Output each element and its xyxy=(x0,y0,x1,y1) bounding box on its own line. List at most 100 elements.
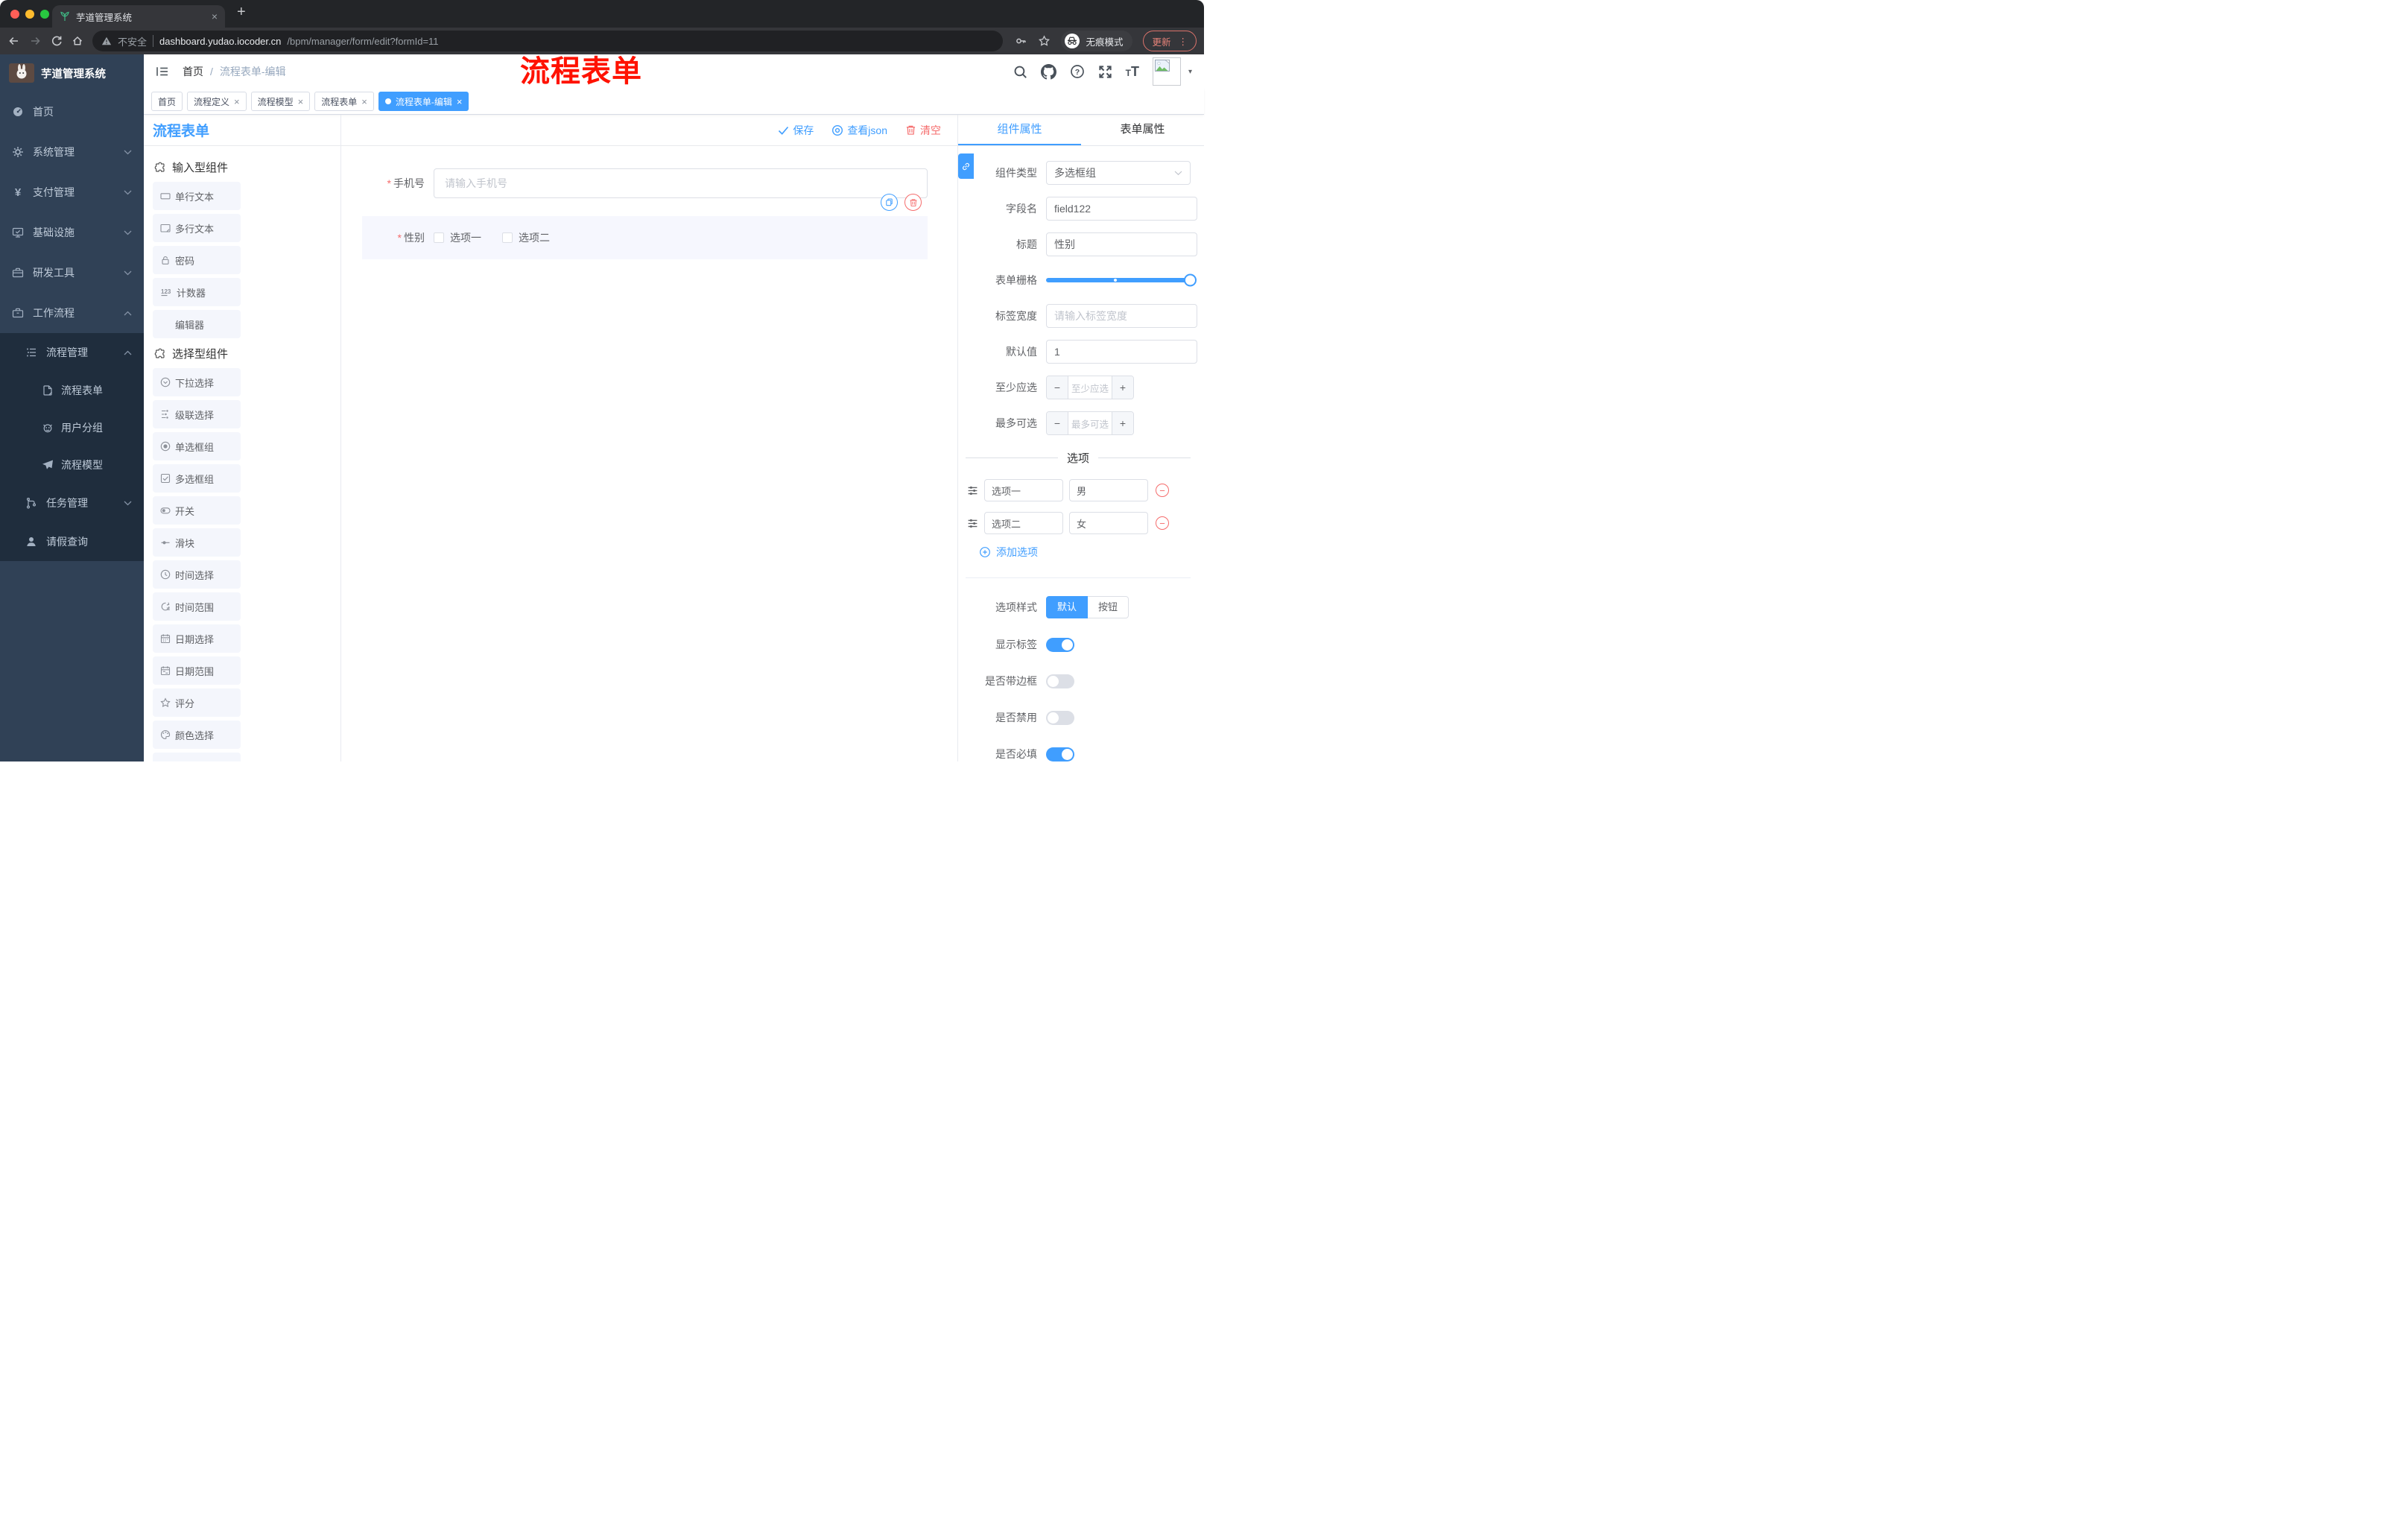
sidebar-item-system[interactable]: 系统管理 xyxy=(0,132,144,172)
drag-handle-icon[interactable] xyxy=(967,518,978,529)
decrement-button[interactable]: − xyxy=(1047,412,1068,434)
pill-upload[interactable]: 上传 xyxy=(153,753,241,762)
checkbox[interactable] xyxy=(434,232,444,243)
gender-field-selected[interactable]: * 性别 选项一 选项二 xyxy=(362,194,928,259)
pill-multi-line-text[interactable]: 多行文本 xyxy=(153,214,241,242)
min-select-value[interactable]: 至少应选 xyxy=(1068,376,1112,399)
update-button[interactable]: 更新 ⋮ xyxy=(1143,31,1197,51)
pill-single-line-text[interactable]: 单行文本 xyxy=(153,182,241,210)
pill-time-range[interactable]: 时间范围 xyxy=(153,592,241,621)
fullscreen-icon[interactable] xyxy=(1098,65,1112,79)
view-json-button[interactable]: 查看json xyxy=(831,123,887,138)
pill-select[interactable]: 下拉选择 xyxy=(153,368,241,396)
decrement-button[interactable]: − xyxy=(1047,376,1068,399)
checkbox[interactable] xyxy=(502,232,513,243)
disabled-toggle[interactable] xyxy=(1046,710,1074,725)
sidebar-item-payment[interactable]: ¥ 支付管理 xyxy=(0,172,144,212)
option-value-input[interactable] xyxy=(1069,512,1148,534)
breadcrumb-home[interactable]: 首页 xyxy=(183,64,203,79)
gender-option-1[interactable]: 选项一 xyxy=(434,230,481,245)
window-close-button[interactable] xyxy=(10,9,19,19)
gender-option-2[interactable]: 选项二 xyxy=(502,230,550,245)
pill-switch[interactable]: 开关 xyxy=(153,496,241,525)
search-icon[interactable] xyxy=(1013,65,1027,79)
browser-menu-icon[interactable]: ⋮ xyxy=(1179,36,1188,47)
max-select-value[interactable]: 最多可选 xyxy=(1068,412,1112,434)
tag-close-icon[interactable]: × xyxy=(298,97,304,107)
border-toggle[interactable] xyxy=(1046,674,1074,688)
tag-process-definition[interactable]: 流程定义 × xyxy=(187,92,247,111)
show-label-toggle[interactable] xyxy=(1046,637,1074,652)
sidebar-item-user-group[interactable]: 用户分组 xyxy=(0,409,144,446)
window-minimize-button[interactable] xyxy=(25,9,34,19)
pill-radio-group[interactable]: 单选框组 xyxy=(153,432,241,460)
component-type-select[interactable]: 多选框组 xyxy=(1046,161,1191,185)
new-tab-button[interactable]: + xyxy=(237,4,246,21)
option-name-input[interactable] xyxy=(984,479,1063,501)
tag-close-icon[interactable]: × xyxy=(361,97,367,107)
tag-close-icon[interactable]: × xyxy=(457,97,463,107)
phone-field[interactable]: * 手机号 xyxy=(362,168,928,198)
tag-process-model[interactable]: 流程模型 × xyxy=(250,92,311,111)
sidebar-collapse-icon[interactable] xyxy=(156,66,169,77)
pill-date-range[interactable]: 日期范围 xyxy=(153,656,241,685)
copy-component-button[interactable] xyxy=(881,194,898,211)
link-tag[interactable] xyxy=(958,153,974,179)
remove-option-button[interactable]: − xyxy=(1156,516,1169,530)
clear-button[interactable]: 清空 xyxy=(905,123,941,138)
url-bar[interactable]: 不安全 dashboard.yudao.iocoder.cn/bpm/manag… xyxy=(92,31,1004,51)
drag-handle-icon[interactable] xyxy=(967,485,978,496)
tag-home[interactable]: 首页 xyxy=(151,92,183,111)
increment-button[interactable]: + xyxy=(1112,376,1133,399)
sidebar-item-workflow[interactable]: 工作流程 xyxy=(0,293,144,333)
tab-close-icon[interactable]: × xyxy=(212,10,218,22)
pill-slider[interactable]: 滑块 xyxy=(153,528,241,557)
bookmark-star-icon[interactable] xyxy=(1038,35,1051,47)
pill-editor[interactable]: 编辑器 xyxy=(153,310,241,338)
title-input[interactable] xyxy=(1046,232,1197,256)
sidebar-item-task-management[interactable]: 任务管理 xyxy=(0,484,144,522)
style-default-button[interactable]: 默认 xyxy=(1046,596,1089,618)
browser-tab[interactable]: 芋道管理系统 × xyxy=(52,5,225,28)
forward-icon[interactable] xyxy=(29,35,42,47)
save-button[interactable]: 保存 xyxy=(778,123,814,138)
style-button-button[interactable]: 按钮 xyxy=(1088,596,1129,618)
slider-track[interactable] xyxy=(1046,273,1197,287)
option-value-input[interactable] xyxy=(1069,479,1148,501)
avatar-caret-icon[interactable]: ▾ xyxy=(1188,68,1192,76)
phone-input[interactable] xyxy=(434,168,928,198)
pill-color-picker[interactable]: 颜色选择 xyxy=(153,721,241,749)
security-warning-icon[interactable] xyxy=(101,36,112,46)
home-icon[interactable] xyxy=(72,35,83,47)
sidebar-item-process-form[interactable]: 流程表单 xyxy=(0,372,144,409)
tag-process-form-edit[interactable]: 流程表单-编辑 × xyxy=(378,92,469,111)
back-icon[interactable] xyxy=(7,35,20,47)
sidebar-item-devtools[interactable]: 研发工具 xyxy=(0,253,144,293)
sidebar-item-home[interactable]: 首页 xyxy=(0,92,144,132)
label-width-input[interactable] xyxy=(1046,304,1197,328)
slider-handle[interactable] xyxy=(1184,273,1197,287)
tab-form-props[interactable]: 表单属性 xyxy=(1081,115,1204,145)
option-name-input[interactable] xyxy=(984,512,1063,534)
pill-date-picker[interactable]: 日期选择 xyxy=(153,624,241,653)
pill-rate[interactable]: 评分 xyxy=(153,688,241,717)
default-value-input[interactable] xyxy=(1046,340,1197,364)
password-key-icon[interactable] xyxy=(1015,35,1027,47)
grid-slider[interactable] xyxy=(1046,268,1197,292)
pill-counter[interactable]: 123 计数器 xyxy=(153,278,241,306)
avatar[interactable] xyxy=(1152,57,1181,86)
required-toggle[interactable] xyxy=(1046,747,1074,762)
github-icon[interactable] xyxy=(1040,63,1056,80)
sidebar-item-process-management[interactable]: 流程管理 xyxy=(0,333,144,372)
sidebar-item-leave-query[interactable]: 请假查询 xyxy=(0,522,144,561)
pill-cascader[interactable]: 级联选择 xyxy=(153,400,241,428)
tab-component-props[interactable]: 组件属性 xyxy=(958,115,1081,145)
reload-icon[interactable] xyxy=(51,35,63,47)
sidebar-item-infrastructure[interactable]: 基础设施 xyxy=(0,212,144,253)
remove-option-button[interactable]: − xyxy=(1156,484,1169,497)
pill-checkbox-group[interactable]: 多选框组 xyxy=(153,464,241,493)
tag-process-form[interactable]: 流程表单 × xyxy=(314,92,374,111)
pill-time-picker[interactable]: 时间选择 xyxy=(153,560,241,589)
font-size-icon[interactable]: TT xyxy=(1126,64,1139,80)
window-zoom-button[interactable] xyxy=(40,9,49,19)
